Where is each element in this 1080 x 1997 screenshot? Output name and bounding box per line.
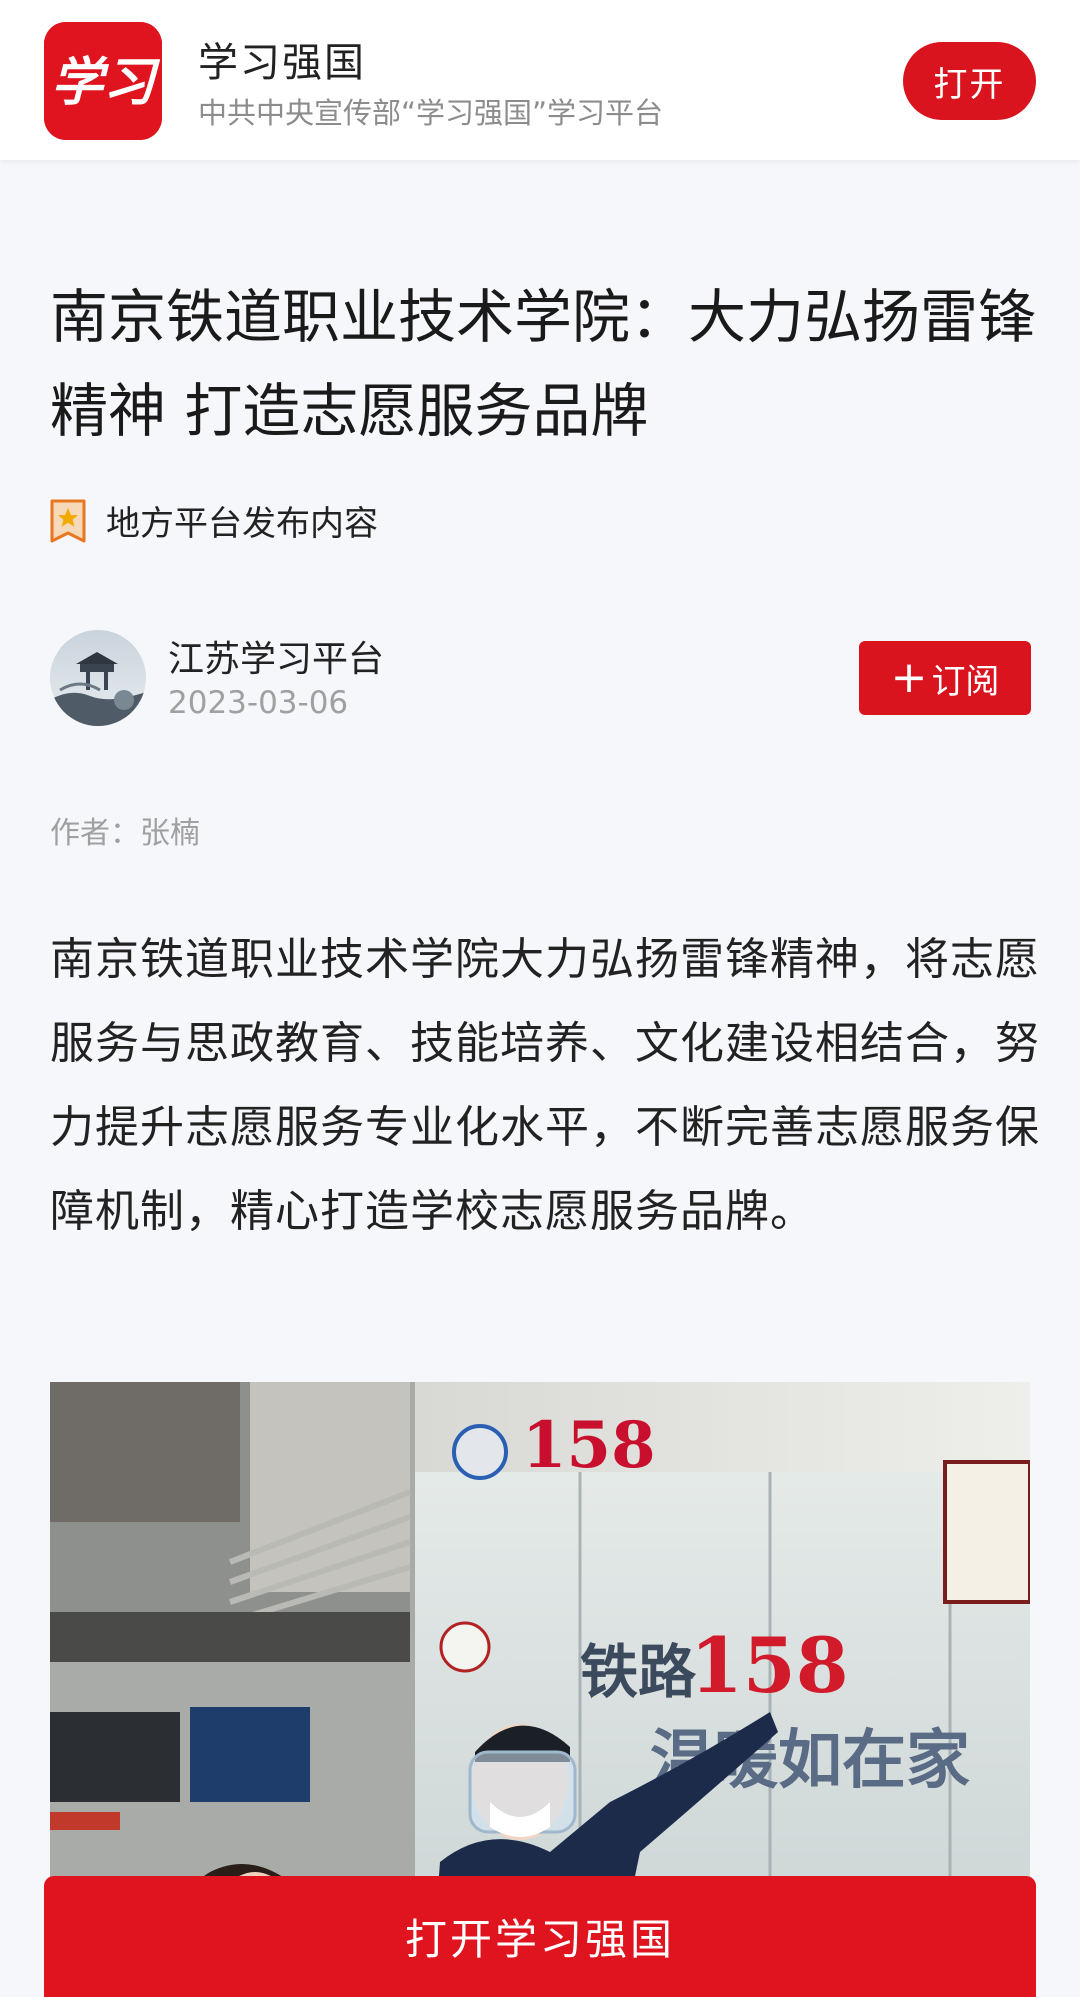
sign-number-2: 158: [690, 1621, 849, 1710]
sign-number-top: 158: [522, 1408, 656, 1483]
sign-text-1: 铁路: [580, 1638, 697, 1706]
article-title: 南京铁道职业技术学院：大力弘扬雷锋精神 打造志愿服务品牌: [50, 283, 1037, 445]
open-app-button[interactable]: 打开学习强国: [44, 1876, 1036, 1997]
publish-date: 2023-03-06: [168, 685, 349, 721]
app-name: 学习强国: [198, 40, 366, 86]
subscribe-button[interactable]: + 订阅: [859, 641, 1031, 715]
publisher-name[interactable]: 江苏学习平台: [168, 630, 384, 682]
author-line: 作者：张楠: [50, 816, 200, 851]
app-logo[interactable]: 学习: [44, 22, 162, 140]
avatar-image: [50, 630, 146, 726]
article-body: 南京铁道职业技术学院大力弘扬雷锋精神，将志愿服务与思政教育、技能培养、文化建设相…: [50, 934, 1040, 1237]
plus-icon: +: [890, 652, 928, 703]
star-badge-icon: [50, 499, 86, 542]
subscribe-label: 订阅: [931, 661, 1000, 702]
publisher-avatar[interactable]: [50, 630, 146, 726]
app-download-banner: 学习 学习强国 中共中央宣传部“学习强国”学习平台 打开: [0, 0, 1080, 160]
open-app-banner-button[interactable]: 打开: [903, 42, 1036, 120]
source-tag-text: 地方平台发布内容: [106, 504, 378, 544]
app-tagline: 中共中央宣传部“学习强国”学习平台: [198, 96, 664, 130]
app-logo-graphic: 学习: [44, 22, 162, 140]
source-tag: 地方平台发布内容: [50, 496, 378, 545]
logo-text: 学习: [51, 52, 161, 113]
